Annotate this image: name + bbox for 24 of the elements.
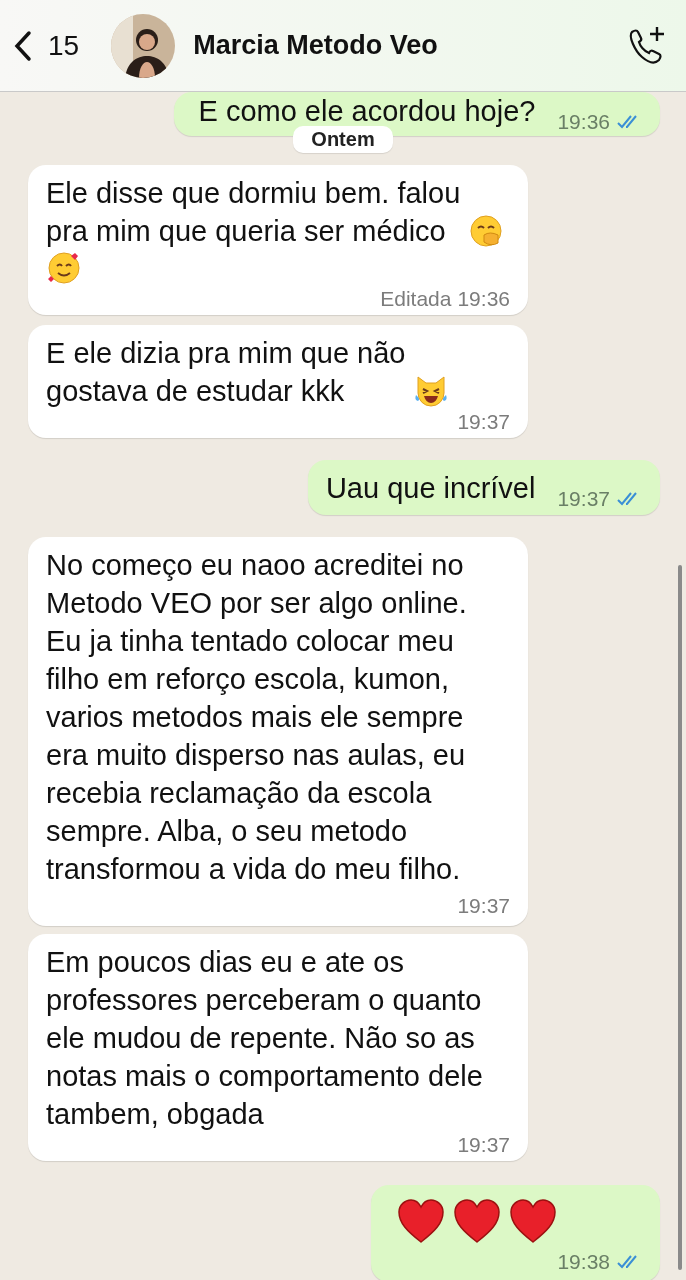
message-text: E ele dizia pra mim que não gostava de estudar kkk bbox=[46, 336, 406, 409]
contact-name[interactable]: Marcia Metodo Veo bbox=[193, 30, 624, 61]
back-chevron-icon bbox=[14, 29, 32, 62]
message-text: Ele disse que dormiu bem. falou pra mim que queria ser médico bbox=[46, 176, 461, 249]
message-text: Uau que incrível bbox=[325, 471, 536, 506]
heart-icon bbox=[509, 1198, 558, 1244]
message-text: Em poucos dias eu e ate os professores perceberam o quanto ele mudou de repente. Não so as notas mais o comportamento dele tambem, obgada bbox=[46, 945, 483, 1132]
message-text: E como ele acordou hoje? bbox=[198, 94, 536, 129]
face-with-hand-icon bbox=[468, 213, 505, 249]
message-time: 19:36 bbox=[457, 287, 510, 311]
edited-label: Editada bbox=[380, 287, 452, 311]
message-time: 19:37 bbox=[457, 894, 510, 918]
message-time: 19:37 bbox=[557, 487, 610, 511]
heart-icon bbox=[453, 1198, 502, 1244]
message-time: 19:36 bbox=[557, 110, 610, 134]
message-text: No começo eu naoo acreditei no Metodo VEO por ser algo online. Eu ja tinha tentado colocar meu filho em reforço escola, kumon, varios metodos mais ele sempre era muito disperso nas aulas, eu recebia reclamação da escola sempre. Alba, o seu metodo transformou a vida do meu filho. bbox=[46, 548, 467, 887]
laughing-cat-icon bbox=[413, 373, 450, 409]
back-button[interactable]: 15 bbox=[14, 29, 80, 62]
date-divider: Ontem bbox=[293, 126, 393, 153]
message-time: 19:38 bbox=[557, 1250, 610, 1274]
message-time: 19:37 bbox=[457, 1133, 510, 1157]
smiling-face-with-hearts-icon bbox=[46, 250, 82, 286]
heart-icon bbox=[397, 1198, 446, 1244]
message-time: 19:37 bbox=[457, 410, 510, 434]
